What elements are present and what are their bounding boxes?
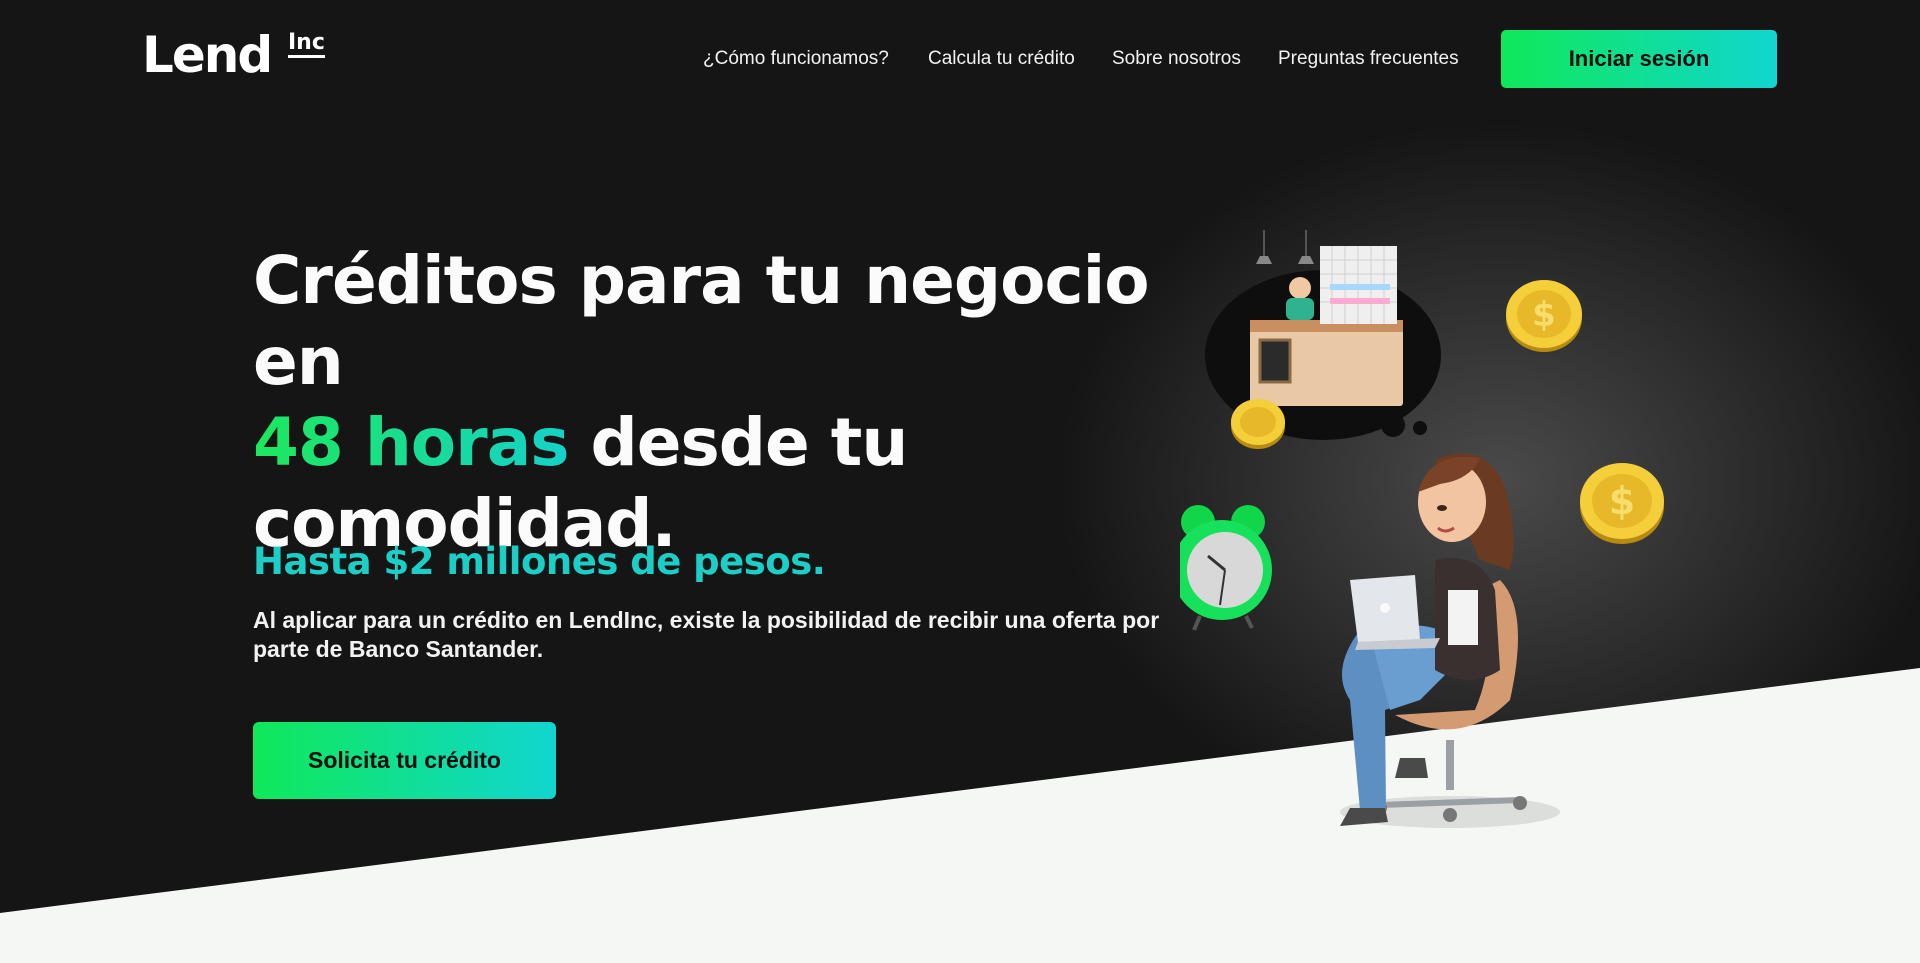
- login-button[interactable]: Iniciar sesión: [1501, 30, 1777, 88]
- solicita-credito-button[interactable]: Solicita tu crédito: [253, 722, 556, 799]
- hero-headline: Créditos para tu negocio en 48 horas des…: [253, 240, 1203, 564]
- brand-name: Lend: [142, 26, 273, 84]
- nav-link-preguntas-frecuentes[interactable]: Preguntas frecuentes: [1278, 48, 1459, 70]
- hero-description: Al aplicar para un crédito en LendInc, e…: [253, 607, 1160, 662]
- brand-suffix: Inc: [288, 32, 325, 58]
- coin-icon: $: [1580, 463, 1664, 544]
- svg-text:$: $: [1532, 295, 1556, 335]
- nav-link-sobre-nosotros[interactable]: Sobre nosotros: [1112, 48, 1241, 70]
- headline-highlight: 48 horas: [253, 404, 570, 481]
- brand-logo[interactable]: Lend Inc: [142, 30, 325, 80]
- nav-link-calcula-credito[interactable]: Calcula tu crédito: [928, 48, 1075, 70]
- coin-icon: $: [1506, 280, 1582, 352]
- headline-part1: Créditos para tu negocio en: [253, 242, 1150, 400]
- nav-link-como-funcionamos[interactable]: ¿Cómo funcionamos?: [703, 48, 889, 70]
- hero-subheadline: Hasta $2 millones de pesos.: [253, 540, 826, 583]
- woman-laptop-icon: [1340, 453, 1560, 828]
- coin-icon: [1231, 399, 1285, 449]
- alarm-clock-icon: [1180, 505, 1272, 631]
- svg-text:$: $: [1609, 479, 1635, 523]
- hero-illustration: $ $: [1180, 230, 1664, 828]
